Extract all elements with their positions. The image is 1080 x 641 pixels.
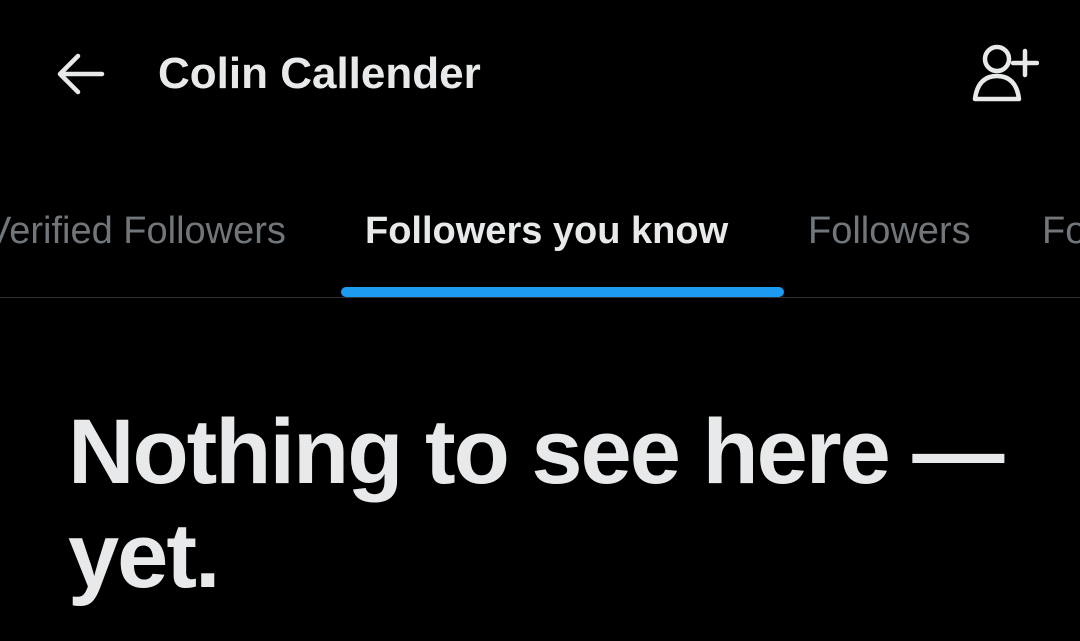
top-bar: Colin Callender — [0, 0, 1080, 150]
tab-label: Verified Followers — [0, 210, 286, 252]
empty-state-title: Nothing to see here — yet. — [68, 401, 1004, 607]
tab-label: Followers you know — [365, 210, 729, 252]
add-user-button[interactable] — [962, 38, 1046, 108]
back-button[interactable] — [46, 44, 114, 104]
arrow-left-icon — [57, 53, 105, 95]
tab-label: Following — [1042, 210, 1080, 252]
active-tab-indicator — [341, 287, 784, 297]
tab-label: Followers — [808, 210, 971, 252]
page-title: Colin Callender — [158, 49, 481, 98]
screen: Colin Callender Verified Followers Follo… — [0, 0, 1080, 641]
person-add-icon — [972, 44, 1039, 102]
tab-bar: Verified Followers Followers you know Fo… — [0, 150, 1080, 298]
